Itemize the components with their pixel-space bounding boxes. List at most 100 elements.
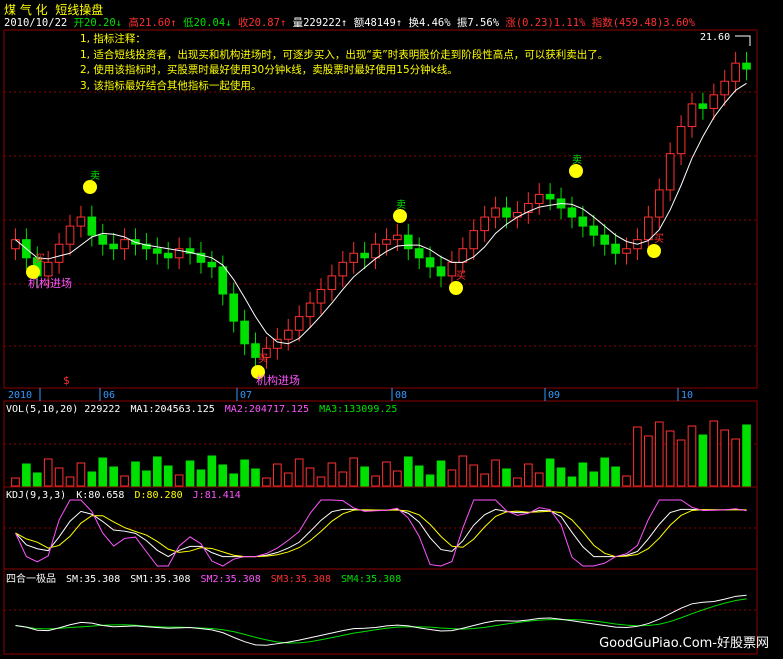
indicator-lines (15, 82, 747, 646)
volume-bar (534, 472, 544, 487)
volume-bar (273, 463, 282, 487)
candle-body (371, 243, 380, 259)
sm-value: 35.308 (84, 574, 120, 585)
volume-bar (382, 461, 391, 487)
volume-bar (644, 435, 653, 487)
sm3-label: SM3: (271, 574, 295, 585)
volume-bar (207, 455, 217, 487)
volume-bar (556, 467, 566, 487)
candle-body (11, 239, 20, 250)
institution-entry-label: 机构进场 (256, 373, 300, 387)
candle-body (393, 234, 402, 241)
volume-bar (731, 438, 740, 487)
smiley-icon (83, 180, 97, 194)
volume-bar (436, 460, 446, 487)
candle-body (54, 243, 64, 263)
volume-bar (65, 476, 75, 487)
sm2-value: 35.308 (225, 574, 261, 585)
time-label: 08 (395, 390, 407, 401)
high-price-marker: 21.60 (700, 32, 751, 46)
volume-bar (698, 434, 708, 487)
candle-body (720, 80, 730, 96)
dollar-marker: $ (63, 374, 70, 387)
candle-body (360, 252, 369, 259)
candle-body (240, 320, 249, 345)
volume-bar (98, 457, 108, 487)
sell-label: 卖 (90, 170, 100, 182)
volume-bar (502, 468, 511, 487)
ma1-label: MA1: (130, 404, 154, 415)
buy-label: 买 (654, 233, 664, 245)
time-label: 10 (681, 390, 693, 401)
sm3-value: 35.308 (295, 574, 331, 585)
d-label: D: (134, 490, 146, 501)
volume-bar (76, 462, 86, 487)
volume-bar (316, 476, 326, 487)
ma2-label: MA2: (225, 404, 249, 415)
candle-body (436, 266, 446, 277)
candle-body (382, 239, 391, 245)
candle-body (480, 216, 489, 232)
volume-bar (371, 475, 380, 487)
high-price-label: 21.60 (700, 32, 730, 43)
volume-bar (131, 461, 140, 487)
volume-bar (11, 477, 20, 487)
ma1-value: 204563.125 (155, 404, 215, 415)
candle-body (567, 207, 577, 218)
ma3-value: 133099.25 (343, 404, 397, 415)
volume-bar (349, 457, 359, 487)
volume-bar (338, 471, 348, 487)
candle-body (316, 288, 326, 304)
sm2-label: SM2: (201, 574, 225, 585)
candle-body (43, 261, 53, 277)
candle-body (65, 225, 75, 245)
volume-bar (218, 464, 228, 487)
smiley-icon (569, 164, 583, 178)
volume-bar (240, 459, 249, 487)
volume-bars (11, 420, 751, 487)
sm4-label: SM4: (341, 574, 365, 585)
volume-bar (262, 477, 271, 487)
candle-body (207, 261, 217, 268)
volume-bar (469, 464, 479, 487)
candle-body (491, 207, 500, 218)
candle-body (327, 275, 337, 290)
volume-bar (251, 468, 260, 487)
volume-bar (567, 476, 577, 487)
volume-bar (589, 471, 599, 487)
candle-body (502, 207, 511, 218)
volume-bar (305, 467, 315, 487)
candle-body (163, 252, 173, 259)
sihe-name: 四合一极品 (6, 572, 56, 585)
volume-bar (22, 463, 31, 487)
candle-body (305, 302, 315, 318)
volume-bar (491, 459, 500, 487)
volume-bar (480, 473, 489, 487)
volume-bar (578, 462, 588, 487)
volume-bar (611, 466, 620, 487)
smiley-icon (393, 209, 407, 223)
sm4-value: 35.308 (365, 574, 401, 585)
price-ma-line (15, 82, 747, 345)
k-value: 80.658 (88, 490, 124, 501)
sm1-value: 35.308 (154, 574, 190, 585)
volume-bar (120, 475, 129, 487)
stock-chart-canvas[interactable]: 2010 06 07 08 09 10 21.60 买 机构进场 卖 买 机构进… (0, 0, 783, 659)
candle-body (447, 261, 457, 277)
buy-label: 买 (456, 270, 466, 282)
j-value: 81.414 (205, 490, 241, 501)
smiley-icon (647, 244, 661, 258)
time-label: 09 (548, 390, 560, 401)
volume-bar (185, 460, 195, 487)
candle-body (218, 266, 228, 295)
volume-bar (283, 472, 293, 487)
candle-body (513, 212, 522, 218)
volume-bar (654, 421, 664, 487)
candle-body (545, 193, 555, 200)
chart-frame (3, 29, 758, 655)
vol-value: 229222 (84, 404, 120, 415)
time-label: 2010 (8, 390, 32, 401)
institution-entry-label: 机构进场 (28, 276, 72, 290)
time-axis: 2010 06 07 08 09 10 (8, 388, 693, 401)
volume-bar (709, 420, 719, 487)
